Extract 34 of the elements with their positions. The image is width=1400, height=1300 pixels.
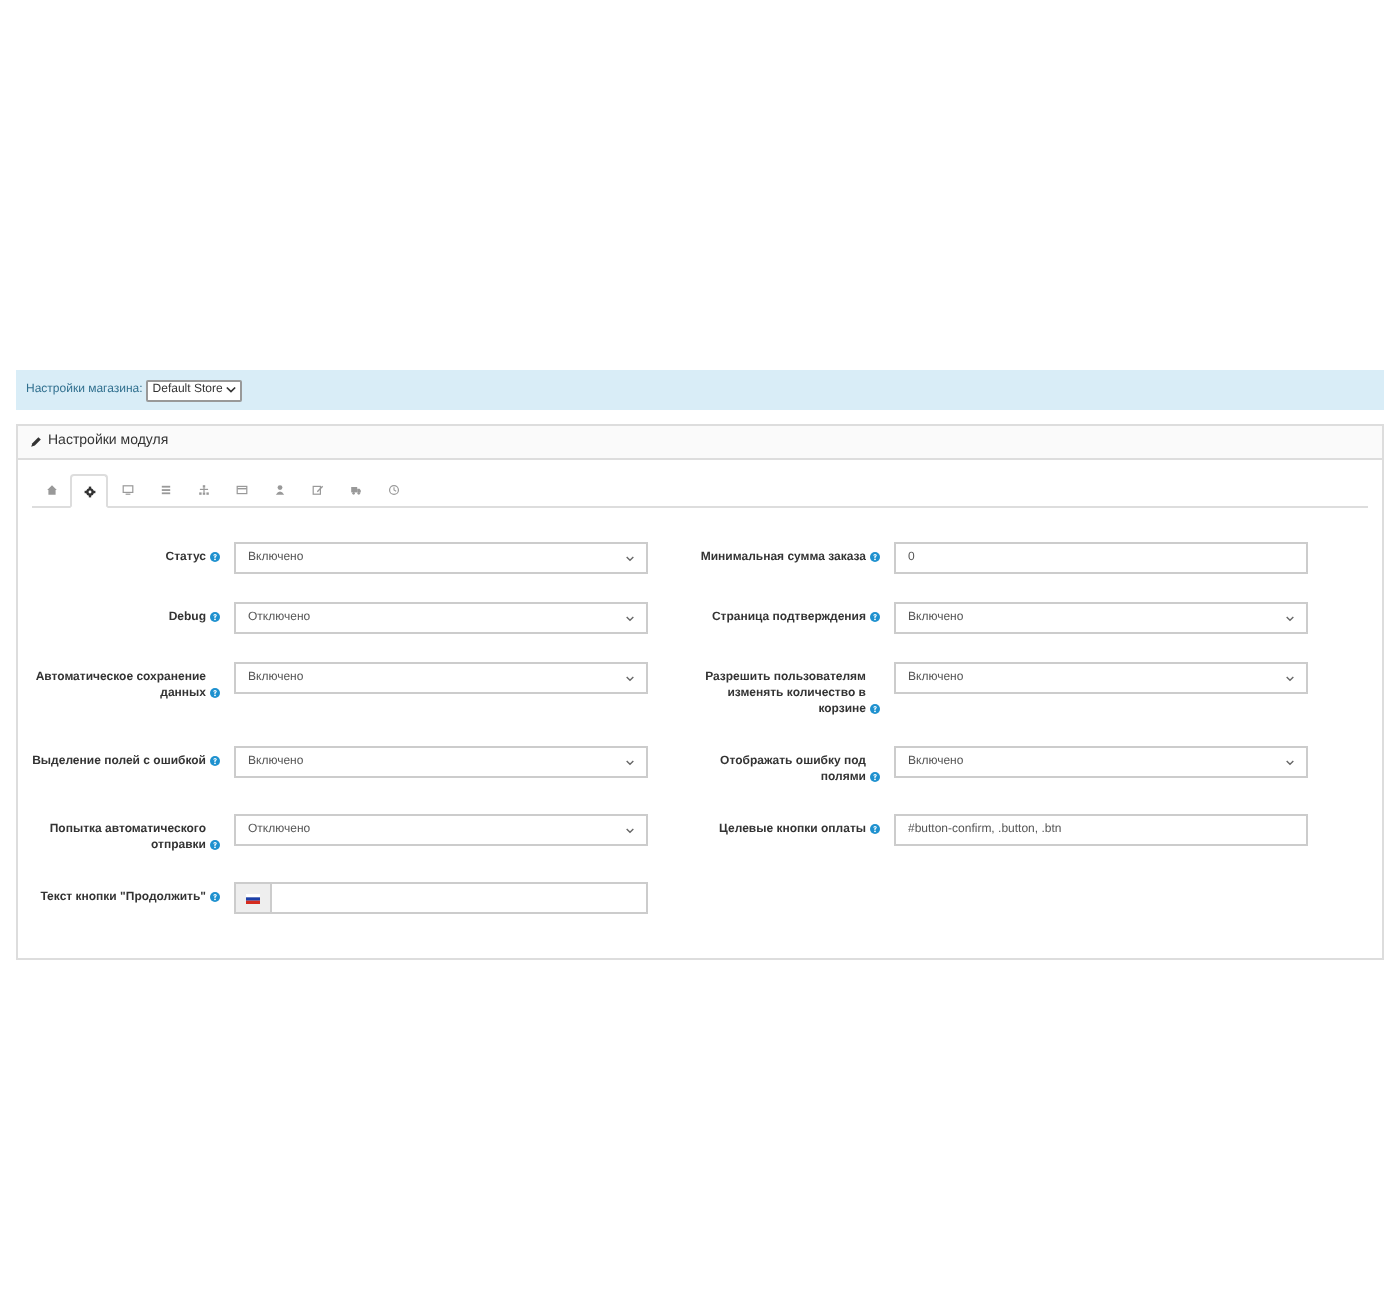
- card-icon: [235, 483, 247, 495]
- person-icon: [273, 483, 285, 495]
- clock-icon: [387, 483, 399, 495]
- help-icon: [870, 612, 880, 622]
- settings-icon: [83, 485, 95, 497]
- help-icon: [210, 612, 220, 622]
- pencil-icon: [30, 436, 42, 448]
- help-icon: [210, 840, 220, 850]
- help-icon: [210, 756, 220, 766]
- flag-icon: [246, 893, 260, 903]
- tab[interactable]: [70, 474, 108, 508]
- monitor-icon: [121, 483, 133, 495]
- help-icon: [870, 824, 880, 834]
- hierarchy-icon: [197, 483, 209, 495]
- home-icon: [45, 483, 57, 495]
- list-icon: [159, 483, 171, 495]
- truck-icon: [349, 483, 361, 495]
- caret-icon: [626, 827, 634, 833]
- caret-icon: [626, 615, 634, 621]
- help-icon: [210, 552, 220, 562]
- help-icon: [870, 772, 880, 782]
- caret-icon: [626, 675, 634, 681]
- help-icon: [210, 688, 220, 698]
- caret-icon: [626, 759, 634, 765]
- caret-icon: [1286, 675, 1294, 681]
- caret-icon: [1286, 759, 1294, 765]
- input-field[interactable]: [272, 882, 648, 914]
- caret-icon: [1286, 615, 1294, 621]
- help-icon: [870, 704, 880, 714]
- caret-icon: [626, 555, 634, 561]
- edit-icon: [311, 483, 323, 495]
- help-icon: [870, 552, 880, 562]
- help-icon: [210, 892, 220, 902]
- caret-icon: [226, 386, 237, 394]
